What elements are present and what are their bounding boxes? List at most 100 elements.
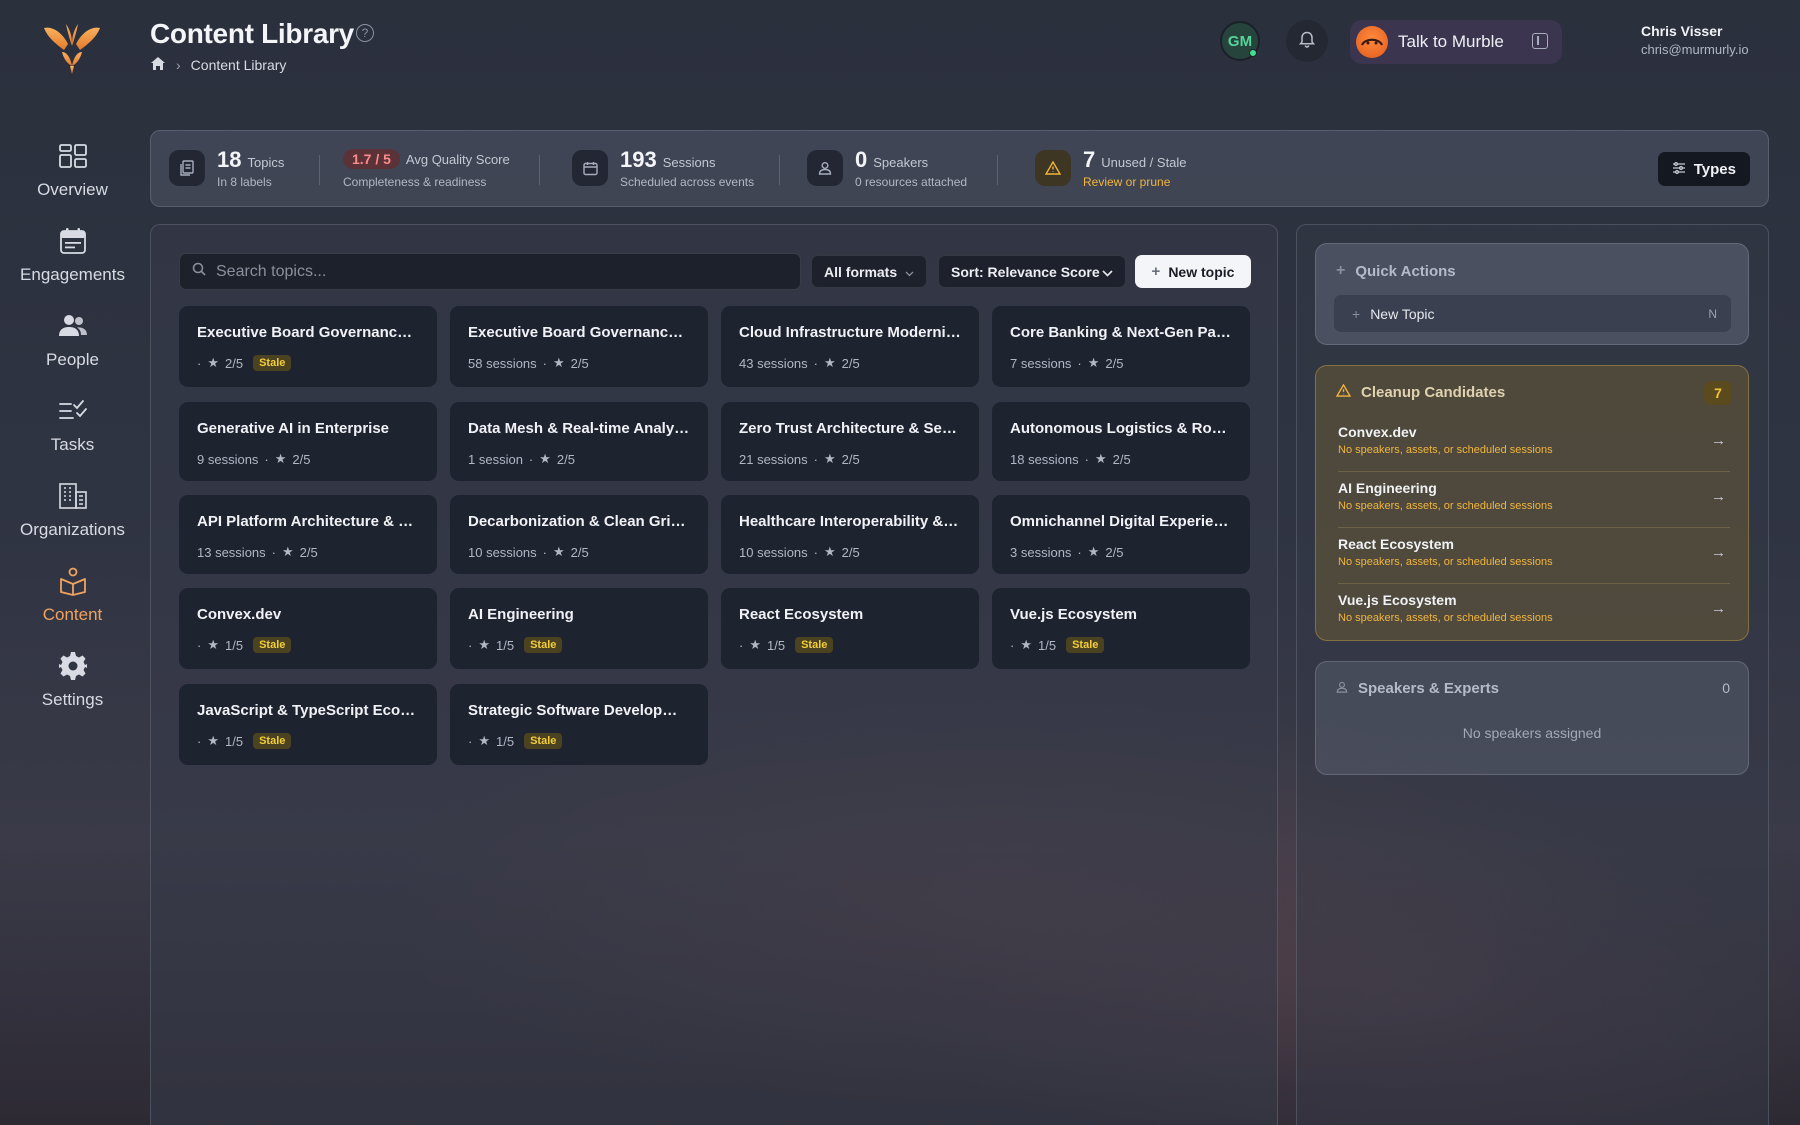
topic-card[interactable]: AI Engineering · ★ 1/5 Stale: [450, 588, 708, 669]
nav-settings[interactable]: Settings: [0, 650, 145, 710]
topic-meta: 43 sessions · ★ 2/5: [739, 355, 961, 371]
topic-card[interactable]: Zero Trust Architecture & Secu... 21 sess…: [721, 402, 979, 481]
topic-title: Decarbonization & Clean Grid ...: [468, 513, 690, 530]
search-input[interactable]: [216, 262, 776, 281]
arrow-right-icon: →: [1711, 432, 1726, 449]
topic-card[interactable]: Generative AI in Enterprise 9 sessions · ★ 2…: [179, 402, 437, 481]
cleanup-item[interactable]: Vue.js Ecosystem No speakers, assets, or…: [1338, 584, 1730, 640]
panel-toggle-icon[interactable]: [1532, 33, 1548, 49]
cleanup-item-name: React Ecosystem: [1338, 536, 1454, 552]
bell-icon: [1298, 30, 1316, 53]
stale-badge: Stale: [524, 733, 563, 749]
cleanup-item[interactable]: Convex.dev No speakers, assets, or sched…: [1338, 416, 1730, 472]
search-box[interactable]: [179, 253, 801, 290]
calendar-icon: [57, 225, 89, 257]
new-topic-button[interactable]: + New topic: [1135, 255, 1251, 288]
arrow-right-icon: →: [1711, 600, 1726, 617]
topic-card[interactable]: Core Banking & Next-Gen Pay... 7 sessions…: [992, 306, 1250, 387]
topic-card[interactable]: Strategic Software Development · ★ 1/5 Stale: [450, 684, 708, 765]
nav-engagements[interactable]: Engagements: [0, 225, 145, 285]
breadcrumb-current: Content Library: [190, 57, 287, 73]
topic-sessions: 3 sessions: [1010, 544, 1072, 560]
stat-sub: Review or prune: [1083, 175, 1171, 189]
help-icon[interactable]: ?: [356, 24, 374, 42]
quick-action-new-topic[interactable]: + New Topic N: [1334, 295, 1731, 332]
people-icon: [57, 310, 89, 342]
tasks-icon: [57, 395, 89, 427]
card-title: Quick Actions: [1355, 262, 1456, 280]
nav-overview[interactable]: Overview: [0, 140, 145, 200]
cleanup-item-desc: No speakers, assets, or scheduled sessio…: [1338, 500, 1553, 512]
topic-rating: 2/5: [556, 451, 575, 467]
murmurly-logo[interactable]: [42, 22, 102, 76]
stale-badge: Stale: [253, 355, 292, 371]
separator-dot: ·: [542, 355, 547, 371]
talk-to-murble-button[interactable]: Talk to Murble: [1350, 20, 1562, 64]
separator-dot: ·: [197, 355, 202, 371]
topic-meta: 9 sessions · ★ 2/5: [197, 451, 419, 467]
topic-card[interactable]: Data Mesh & Real-time Analytics 1 session…: [450, 402, 708, 481]
format-select[interactable]: All formats: [811, 255, 927, 288]
topic-rating: 2/5: [841, 544, 860, 560]
topic-title: JavaScript & TypeScript Ecosy...: [197, 702, 419, 719]
topic-card[interactable]: Convex.dev · ★ 1/5 Stale: [179, 588, 437, 669]
topic-meta: · ★ 1/5 Stale: [197, 637, 419, 653]
topic-rating: 2/5: [299, 544, 318, 560]
cleanup-item[interactable]: React Ecosystem No speakers, assets, or …: [1338, 528, 1730, 584]
building-icon: [57, 480, 89, 512]
nav-people[interactable]: People: [0, 310, 145, 370]
person-icon: [1336, 680, 1348, 697]
format-select-label: All formats: [824, 263, 898, 280]
topic-card[interactable]: Executive Board Governance &... 58 sessio…: [450, 306, 708, 387]
nav-content[interactable]: Content: [0, 565, 145, 625]
stat-topics: 18 Topics In 8 labels: [169, 147, 284, 189]
topic-title: Healthcare Interoperability & C...: [739, 513, 961, 530]
home-icon[interactable]: [150, 56, 166, 74]
sliders-icon: [1672, 161, 1686, 178]
notifications-button[interactable]: [1286, 20, 1328, 62]
topic-sessions: 58 sessions: [468, 355, 537, 371]
separator-dot: ·: [197, 733, 202, 749]
nav-organizations[interactable]: Organizations: [0, 480, 145, 540]
star-icon: ★: [282, 544, 294, 559]
topic-card[interactable]: API Platform Architecture & De... 13 sess…: [179, 495, 437, 574]
warning-icon: [1335, 383, 1352, 401]
topic-meta: 18 sessions · ★ 2/5: [1010, 451, 1232, 467]
topic-card[interactable]: Cloud Infrastructure Moderniz... 43 sessi…: [721, 306, 979, 387]
avatar[interactable]: GM: [1220, 21, 1260, 61]
nav-label: Content: [42, 605, 103, 624]
topic-card[interactable]: Omnichannel Digital Experience 3 sessions…: [992, 495, 1250, 574]
topic-card[interactable]: JavaScript & TypeScript Ecosy... · ★ 1/5 Sta…: [179, 684, 437, 765]
speakers-count: 0: [1722, 680, 1730, 696]
topic-title: Strategic Software Development: [468, 702, 690, 719]
cleanup-item-desc: No speakers, assets, or scheduled sessio…: [1338, 612, 1553, 624]
topic-card[interactable]: Autonomous Logistics & Robot... 18 sessio…: [992, 402, 1250, 481]
topic-rating: 2/5: [225, 355, 244, 371]
stat-sub: Scheduled across events: [620, 175, 755, 189]
stat-unit: Unused / Stale: [1101, 155, 1187, 170]
sort-select[interactable]: Sort: Relevance Score: [938, 255, 1126, 288]
user-name[interactable]: Chris Visser: [1641, 23, 1722, 39]
chevron-down-icon: [1102, 264, 1113, 280]
divider: [997, 155, 998, 185]
topic-card[interactable]: React Ecosystem · ★ 1/5 Stale: [721, 588, 979, 669]
topic-sessions: 43 sessions: [739, 355, 808, 371]
topic-card[interactable]: Executive Board Governance &... · ★ 2/5 Stal…: [179, 306, 437, 387]
separator-dot: ·: [1010, 637, 1015, 653]
topic-card[interactable]: Healthcare Interoperability & C... 10 ses…: [721, 495, 979, 574]
topic-rating: 1/5: [225, 637, 244, 653]
stat-value: 18: [217, 147, 242, 172]
topic-card[interactable]: Decarbonization & Clean Grid ... 10 sessi…: [450, 495, 708, 574]
quick-actions-card: + Quick Actions + New Topic N: [1315, 243, 1749, 345]
cleanup-item[interactable]: AI Engineering No speakers, assets, or s…: [1338, 472, 1730, 528]
topic-meta: · ★ 1/5 Stale: [197, 733, 419, 749]
types-button[interactable]: Types: [1657, 152, 1750, 186]
topic-rating: 1/5: [225, 733, 244, 749]
nav-tasks[interactable]: Tasks: [0, 395, 145, 455]
plus-icon: +: [1336, 262, 1346, 279]
topic-meta: 58 sessions · ★ 2/5: [468, 355, 690, 371]
topic-title: React Ecosystem: [739, 606, 864, 623]
topic-rating: 2/5: [841, 451, 860, 467]
topic-card[interactable]: Vue.js Ecosystem · ★ 1/5 Stale: [992, 588, 1250, 669]
cleanup-item-name: Convex.dev: [1338, 424, 1417, 440]
